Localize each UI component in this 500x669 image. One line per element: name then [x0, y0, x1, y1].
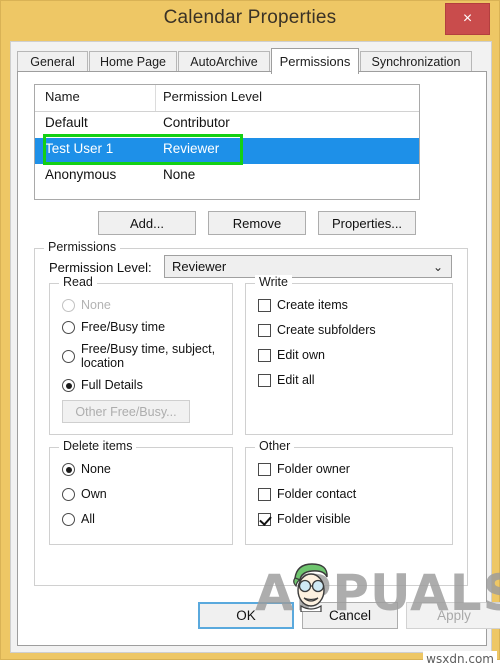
tab-strip: General Home Page AutoArchive Permission…	[17, 48, 487, 74]
radio-read-free-busy-subject-location[interactable]: Free/Busy time, subject, location	[62, 342, 226, 370]
radio-icon	[62, 321, 75, 334]
option-label: Free/Busy time	[81, 320, 166, 334]
checkbox-icon	[258, 513, 271, 526]
tab-general[interactable]: General	[17, 51, 88, 72]
add-button[interactable]: Add...	[98, 211, 196, 235]
row-level: Reviewer	[163, 141, 220, 156]
other-group-label: Other	[255, 439, 295, 453]
radio-delete-none[interactable]: None	[62, 462, 111, 476]
dialog-client: General Home Page AutoArchive Permission…	[10, 41, 500, 653]
checkbox-create-items[interactable]: Create items	[258, 298, 348, 312]
row-level: None	[163, 167, 196, 182]
dialog-window: Calendar Properties × General Home Page …	[0, 0, 500, 660]
read-group: Read None Free/Busy time Free/Busy time,…	[49, 275, 233, 435]
column-header-level: Permission Level	[163, 89, 262, 104]
permissions-group-label: Permissions	[44, 240, 121, 254]
permissions-tab-panel: Name Permission Level Default Contributo…	[17, 71, 500, 646]
write-group: Write Create items Create subfolders Edi…	[245, 275, 453, 435]
remove-button[interactable]: Remove	[208, 211, 306, 235]
checkbox-icon	[258, 374, 271, 387]
tab-autoarchive[interactable]: AutoArchive	[178, 51, 270, 72]
read-group-label: Read	[59, 275, 97, 289]
other-group: Other Folder owner Folder contact Folder…	[245, 439, 453, 545]
option-label: Edit all	[277, 373, 315, 387]
option-label: Free/Busy time, subject, location	[81, 342, 216, 370]
option-label: Full Details	[81, 378, 143, 392]
apply-button: Apply	[406, 602, 500, 629]
checkbox-folder-visible[interactable]: Folder visible	[258, 512, 351, 526]
other-free-busy-button: Other Free/Busy...	[62, 400, 190, 423]
option-label: Own	[81, 487, 107, 501]
column-header-name: Name	[45, 89, 80, 104]
table-row-selected[interactable]: Test User 1 Reviewer	[35, 138, 419, 164]
list-action-buttons: Add... Remove Properties...	[34, 211, 420, 235]
chevron-down-icon: ⌄	[432, 260, 443, 274]
checkbox-icon	[258, 299, 271, 312]
checkbox-folder-contact[interactable]: Folder contact	[258, 487, 356, 501]
checkbox-folder-owner[interactable]: Folder owner	[258, 462, 350, 476]
radio-icon	[62, 299, 75, 312]
tab-permissions[interactable]: Permissions	[271, 48, 359, 74]
table-row[interactable]: Default Contributor	[35, 112, 419, 138]
option-label: None	[81, 298, 111, 312]
option-label: Edit own	[277, 348, 325, 362]
checkbox-icon	[258, 349, 271, 362]
list-header: Name Permission Level	[35, 85, 419, 112]
screenshot-root: Calendar Properties × General Home Page …	[0, 0, 500, 669]
write-group-label: Write	[255, 275, 292, 289]
option-label: Folder visible	[277, 512, 351, 526]
row-level: Contributor	[163, 115, 230, 130]
checkbox-edit-own[interactable]: Edit own	[258, 348, 325, 362]
radio-icon	[62, 488, 75, 501]
permission-level-value: Reviewer	[172, 259, 227, 274]
checkbox-create-subfolders[interactable]: Create subfolders	[258, 323, 376, 337]
option-label: Create items	[277, 298, 348, 312]
tab-home-page[interactable]: Home Page	[89, 51, 177, 72]
option-label: All	[81, 512, 95, 526]
delete-items-group-label: Delete items	[59, 439, 137, 453]
permission-level-label: Permission Level:	[49, 260, 152, 275]
site-watermark: wsxdn.com	[423, 651, 497, 667]
option-label: Folder owner	[277, 462, 350, 476]
properties-button[interactable]: Properties...	[318, 211, 416, 235]
page-title: Calendar Properties	[163, 7, 337, 28]
checkbox-icon	[258, 324, 271, 337]
ok-button[interactable]: OK	[198, 602, 294, 629]
radio-read-free-busy-time[interactable]: Free/Busy time	[62, 320, 165, 334]
radio-icon	[62, 350, 75, 363]
checkbox-edit-all[interactable]: Edit all	[258, 373, 315, 387]
checkbox-icon	[258, 488, 271, 501]
row-name: Anonymous	[45, 167, 117, 182]
delete-items-group: Delete items None Own All	[49, 439, 233, 545]
radio-icon	[62, 379, 75, 392]
close-icon[interactable]: ×	[445, 3, 490, 35]
checkbox-icon	[258, 463, 271, 476]
table-row[interactable]: Anonymous None	[35, 164, 419, 190]
permission-level-select[interactable]: Reviewer ⌄	[164, 255, 452, 278]
row-name: Default	[45, 115, 88, 130]
permission-list[interactable]: Name Permission Level Default Contributo…	[34, 84, 420, 200]
radio-delete-own[interactable]: Own	[62, 487, 107, 501]
permissions-group: Permissions Permission Level: Reviewer ⌄…	[34, 240, 468, 586]
option-label: Folder contact	[277, 487, 357, 501]
radio-icon	[62, 513, 75, 526]
option-label: None	[81, 462, 111, 476]
header-separator	[155, 85, 156, 111]
option-label: Create subfolders	[277, 323, 376, 337]
title-bar: Calendar Properties ×	[1, 1, 499, 41]
radio-delete-all[interactable]: All	[62, 512, 95, 526]
radio-read-full-details[interactable]: Full Details	[62, 378, 143, 392]
radio-read-none: None	[62, 298, 111, 312]
cancel-button[interactable]: Cancel	[302, 602, 398, 629]
row-name: Test User 1	[45, 141, 114, 156]
dialog-footer: OK Cancel Apply	[18, 592, 500, 642]
radio-icon	[62, 463, 75, 476]
tab-synchronization[interactable]: Synchronization	[360, 51, 472, 72]
